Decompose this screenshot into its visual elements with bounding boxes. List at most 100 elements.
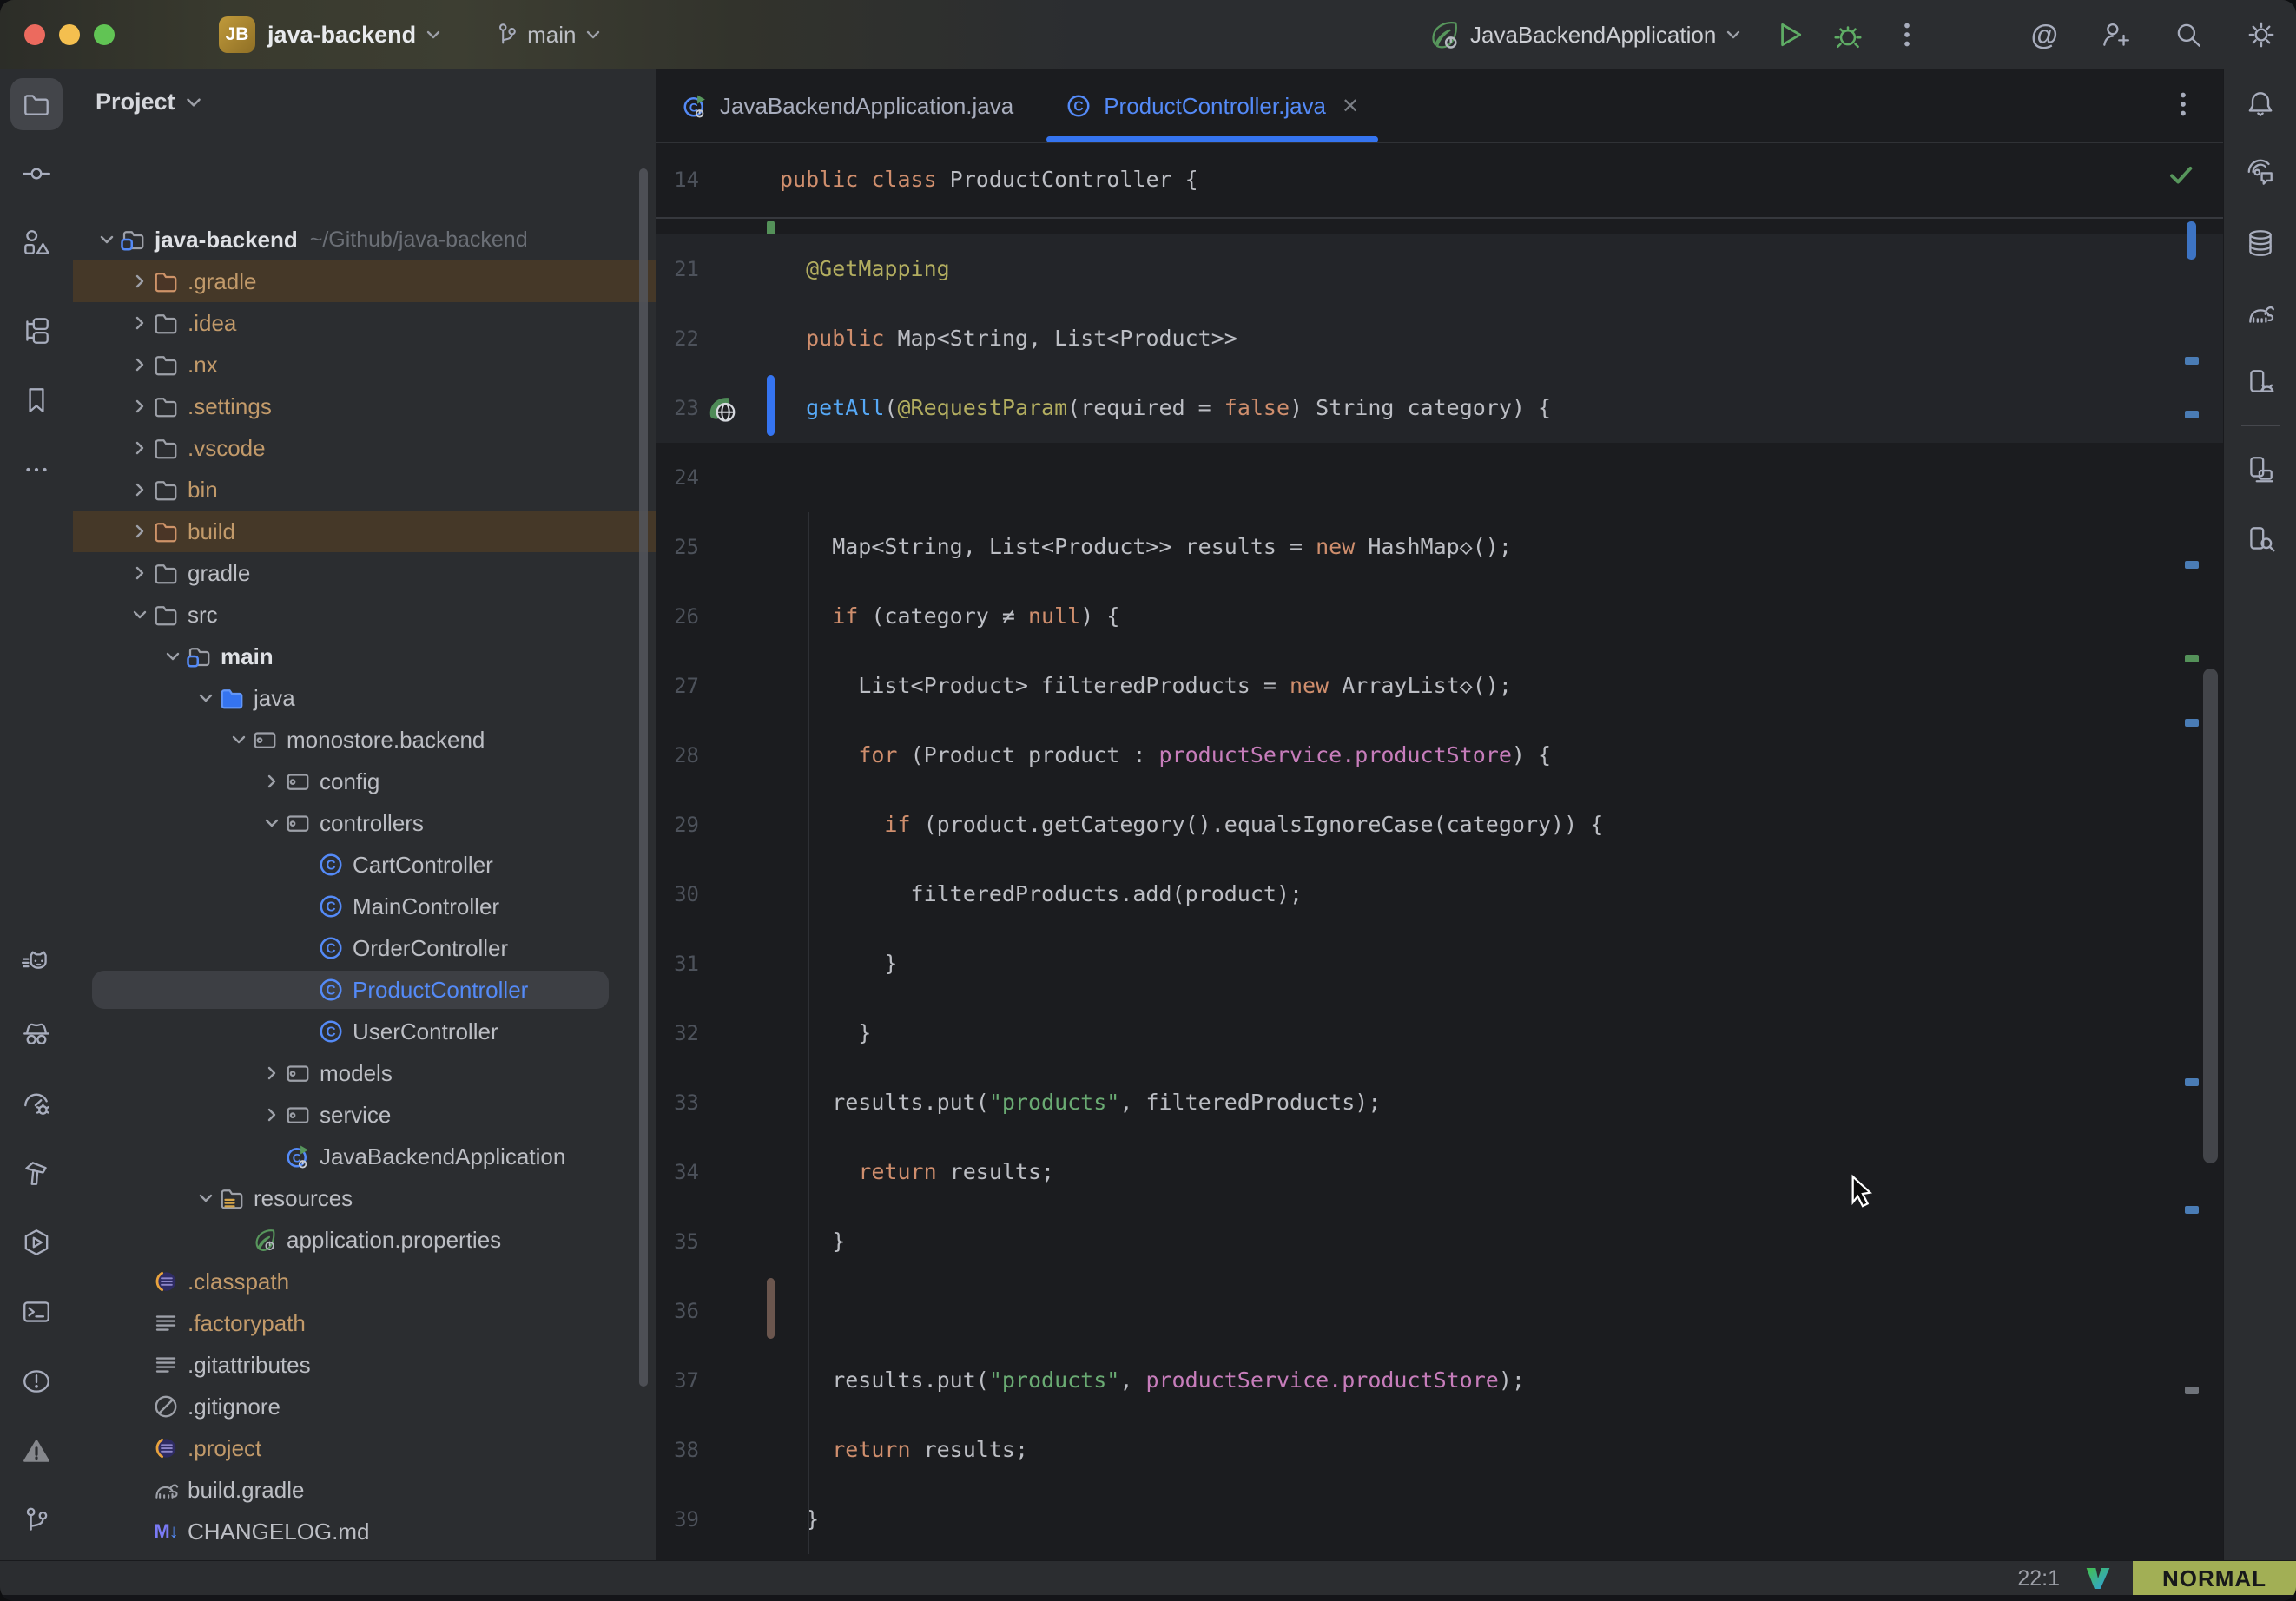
tab-options-kebab-icon[interactable]	[2167, 89, 2199, 120]
chevron-right-icon[interactable]	[129, 563, 150, 583]
run-button[interactable]	[1773, 19, 1804, 50]
close-tab-icon[interactable]: ✕	[1342, 94, 1359, 119]
tab-productcontroller-java[interactable]: CProductController.java✕	[1039, 69, 1385, 142]
more-actions-kebab-icon[interactable]	[1891, 19, 1923, 50]
chevron-down-icon[interactable]	[195, 688, 216, 708]
debug-button[interactable]	[1832, 19, 1864, 50]
tool-structure-shapes-button[interactable]	[10, 217, 63, 269]
ideavim-icon[interactable]	[2084, 1565, 2112, 1592]
tool-running-devices-button[interactable]	[2234, 356, 2286, 408]
tool-problems-button[interactable]	[10, 1355, 63, 1407]
chevron-down-icon[interactable]	[195, 1188, 216, 1209]
chevron-down-icon[interactable]	[1723, 24, 1744, 45]
editor-scrollbar[interactable]	[2203, 669, 2218, 1163]
tool-more-button[interactable]	[10, 444, 63, 496]
chevron-right-icon[interactable]	[261, 1063, 282, 1084]
tool-terminal-button[interactable]	[10, 1286, 63, 1338]
tree-item-config[interactable]: config	[73, 761, 656, 802]
code-row-30[interactable]: 30 filteredProducts.add(product);	[656, 860, 2223, 929]
code-row-39[interactable]: 39 }	[656, 1485, 2223, 1554]
tree-item-build[interactable]: build	[73, 511, 656, 552]
settings-gear-icon[interactable]	[2246, 19, 2277, 50]
vcs-branch-widget[interactable]: main	[492, 21, 604, 49]
tool-device-mirror-button[interactable]	[2234, 444, 2286, 496]
chevron-right-icon[interactable]	[261, 1104, 282, 1125]
tool-commit-button[interactable]	[10, 148, 63, 200]
tool-profiler-button[interactable]	[10, 1077, 63, 1130]
chevron-right-icon[interactable]	[129, 271, 150, 292]
tool-git-branch-button[interactable]	[10, 1494, 63, 1546]
tool-project-folder-button[interactable]	[10, 78, 63, 130]
code-row-33[interactable]: 33 results.put("products", filteredProdu…	[656, 1068, 2223, 1137]
tree-item-models[interactable]: models	[73, 1052, 656, 1094]
tool-incognito-button[interactable]	[10, 1008, 63, 1060]
tool-tool-windows-button[interactable]	[10, 305, 63, 357]
tree-item-javabackendapplication[interactable]: CJavaBackendApplication	[73, 1136, 656, 1177]
tool-gradle-elephant-button[interactable]	[2234, 287, 2286, 339]
chevron-down-icon[interactable]	[261, 813, 282, 833]
code-row-35[interactable]: 35 }	[656, 1207, 2223, 1276]
chevron-right-icon[interactable]	[129, 479, 150, 500]
code-row-22[interactable]: 22 public Map<String, List<Product>>	[656, 304, 2223, 373]
caret-position-widget[interactable]: 22:1	[2017, 1566, 2060, 1591]
chevron-right-icon[interactable]	[129, 313, 150, 333]
tree-item--settings[interactable]: .settings	[73, 385, 656, 427]
chevron-right-icon[interactable]	[129, 521, 150, 542]
tree-item--vscode[interactable]: .vscode	[73, 427, 656, 469]
chevron-right-icon[interactable]	[261, 771, 282, 792]
tree-item--gitattributes[interactable]: .gitattributes	[73, 1344, 656, 1386]
tool-warnings-button[interactable]	[10, 1425, 63, 1477]
code-row-37[interactable]: 37 results.put("products", productServic…	[656, 1346, 2223, 1415]
tree-item-ordercontroller[interactable]: COrderController	[73, 927, 656, 969]
tree-item--gradle[interactable]: .gradle	[73, 260, 656, 302]
tree-item-main[interactable]: main	[73, 636, 656, 677]
tool-ai-assistant-chat-button[interactable]	[2234, 148, 2286, 200]
code-row-38[interactable]: 38 return results;	[656, 1415, 2223, 1485]
editor[interactable]: CJavaBackendApplication.javaCProductCont…	[656, 69, 2223, 1560]
project-panel-title[interactable]: Project	[96, 89, 175, 115]
tool-notifications-bell-button[interactable]	[2234, 78, 2286, 130]
tree-item-src[interactable]: src	[73, 594, 656, 636]
tool-speed-cat-button[interactable]	[10, 939, 63, 991]
tree-item-application-properties[interactable]: application.properties	[73, 1219, 656, 1261]
run-config-name[interactable]: JavaBackendApplication	[1470, 22, 1716, 49]
tree-item-bin[interactable]: bin	[73, 469, 656, 511]
tree-item-build-gradle[interactable]: build.gradle	[73, 1469, 656, 1511]
project-tree-scrollbar[interactable]	[639, 168, 648, 1387]
code-row-32[interactable]: 32 }	[656, 998, 2223, 1068]
chevron-down-icon[interactable]	[96, 229, 117, 250]
chevron-down-icon[interactable]	[228, 729, 249, 750]
vim-mode-badge[interactable]: NORMAL	[2133, 1561, 2296, 1596]
code-row-28[interactable]: 28 for (Product product : productService…	[656, 721, 2223, 790]
code-row-26[interactable]: 26 if (category ≠ null) {	[656, 582, 2223, 651]
chevron-down-icon[interactable]	[162, 646, 183, 667]
inspections-ok-check-icon[interactable]	[2166, 160, 2195, 189]
tree-item-gradlew[interactable]: gradlew	[73, 1552, 656, 1560]
tool-build-hammer-button[interactable]	[10, 1147, 63, 1199]
tree-item-java-backend[interactable]: java-backend~/Github/java-backend	[73, 219, 656, 260]
code-row-23[interactable]: 23 getAll(@RequestParam(required = false…	[656, 373, 2223, 443]
tab-javabackendapplication-java[interactable]: CJavaBackendApplication.java	[656, 69, 1039, 142]
tree-item-productcontroller[interactable]: CProductController	[73, 969, 656, 1011]
tree-item-controllers[interactable]: controllers	[73, 802, 656, 844]
tree-item-cartcontroller[interactable]: CCartController	[73, 844, 656, 886]
code-row-29[interactable]: 29 if (product.getCategory().equalsIgnor…	[656, 790, 2223, 860]
code-row-27[interactable]: 27 List<Product> filteredProducts = new …	[656, 651, 2223, 721]
tool-database-button[interactable]	[2234, 217, 2286, 269]
tree-item--factorypath[interactable]: .factorypath	[73, 1302, 656, 1344]
tree-item--classpath[interactable]: .classpath	[73, 1261, 656, 1302]
tool-services-button[interactable]	[10, 1216, 63, 1268]
chevron-right-icon[interactable]	[129, 354, 150, 375]
zoom-window-button[interactable]	[94, 24, 115, 45]
chevron-down-icon[interactable]	[129, 604, 150, 625]
tree-item-monostore-backend[interactable]: monostore.backend	[73, 719, 656, 761]
tree-item--project[interactable]: .project	[73, 1427, 656, 1469]
tree-item-java[interactable]: java	[73, 677, 656, 719]
tree-item--idea[interactable]: .idea	[73, 302, 656, 344]
tool-device-explorer-button[interactable]	[2234, 513, 2286, 565]
code-row-31[interactable]: 31 }	[656, 929, 2223, 998]
minimize-window-button[interactable]	[59, 24, 80, 45]
tree-item-resources[interactable]: resources	[73, 1177, 656, 1219]
code-row-34[interactable]: 34 return results;	[656, 1137, 2223, 1207]
project-name-dropdown[interactable]: java-backend	[267, 22, 416, 49]
